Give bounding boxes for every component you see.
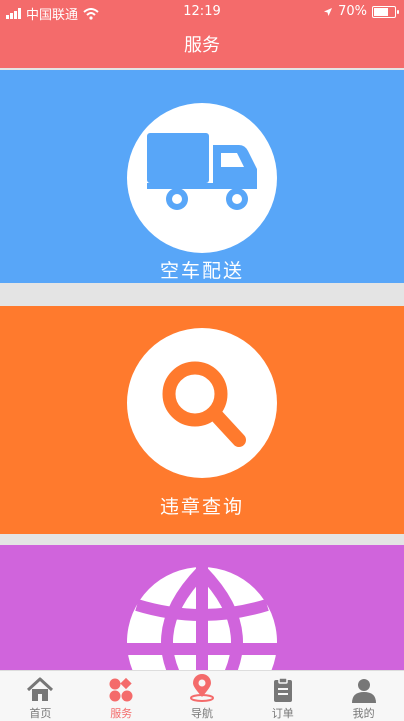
service-card-violation-query[interactable]: 违章查询 bbox=[0, 306, 404, 534]
services-icon bbox=[109, 677, 133, 702]
clipboard-icon bbox=[273, 677, 292, 702]
tab-profile[interactable]: 我的 bbox=[323, 671, 404, 721]
tab-services[interactable]: 服务 bbox=[81, 671, 162, 721]
tab-label: 订单 bbox=[271, 707, 294, 720]
status-bar: 中国联通 12:19 70% bbox=[0, 0, 404, 24]
tab-home[interactable]: 首页 bbox=[0, 671, 81, 721]
service-card-globe[interactable] bbox=[0, 545, 404, 670]
tab-navigation[interactable]: 导航 bbox=[162, 671, 243, 721]
service-card-empty-truck-delivery[interactable]: 空车配送 bbox=[0, 70, 404, 283]
battery-percent: 70% bbox=[338, 4, 367, 19]
location-pin-icon bbox=[189, 674, 214, 702]
battery-icon bbox=[372, 5, 399, 18]
tab-label: 首页 bbox=[29, 707, 52, 720]
status-right: 70% bbox=[323, 4, 399, 19]
tab-label: 服务 bbox=[110, 707, 133, 720]
service-label: 违章查询 bbox=[159, 496, 244, 518]
battery-fill bbox=[374, 7, 388, 16]
page-title: 服务 bbox=[0, 24, 404, 68]
service-label: 空车配送 bbox=[159, 260, 244, 282]
tab-label: 我的 bbox=[352, 707, 375, 720]
location-arrow-icon bbox=[324, 7, 333, 16]
truck-icon bbox=[127, 103, 277, 253]
tab-orders[interactable]: 订单 bbox=[242, 671, 323, 721]
globe-icon bbox=[127, 567, 277, 670]
user-icon bbox=[351, 679, 376, 703]
tab-label: 导航 bbox=[190, 707, 213, 720]
tab-bar: 首页 服务 导航 订单 我的 bbox=[0, 670, 404, 721]
search-icon bbox=[127, 328, 277, 478]
home-icon bbox=[27, 677, 54, 701]
